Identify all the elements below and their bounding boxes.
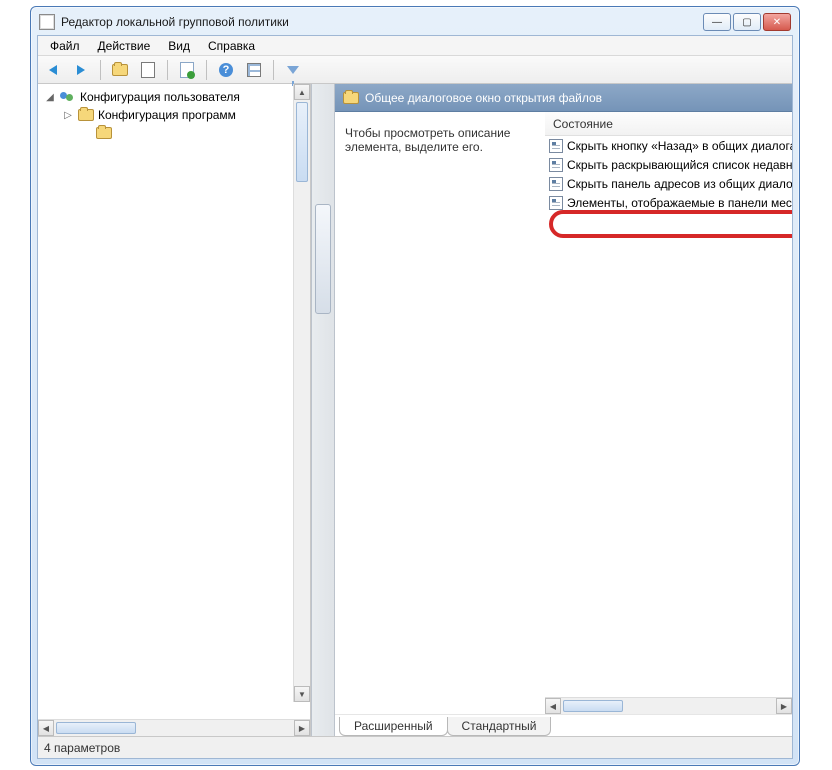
menu-help[interactable]: Справка xyxy=(200,37,263,55)
arrow-right-icon xyxy=(77,65,85,75)
tab-standard[interactable]: Стандартный xyxy=(447,717,552,736)
folder-icon xyxy=(96,127,112,139)
menu-action[interactable]: Действие xyxy=(90,37,159,55)
tree-node-user-config[interactable]: ◢ Конфигурация пользователя xyxy=(40,88,308,106)
toolbar: ? xyxy=(38,56,792,84)
collapse-toggle-icon[interactable]: ◢ xyxy=(44,92,56,103)
description-hint: Чтобы просмотреть описание элемента, выд… xyxy=(345,126,535,154)
minimize-button[interactable]: — xyxy=(703,13,731,31)
details-header-title: Общее диалоговое окно открытия файлов xyxy=(365,91,602,105)
titlebar: Редактор локальной групповой политики — … xyxy=(37,13,793,35)
folder-icon xyxy=(343,92,359,104)
nav-forward-button[interactable] xyxy=(70,59,92,81)
policy-item-places-bar[interactable]: Элементы, отображаемые в панели мест xyxy=(545,193,792,212)
toolbar-separator xyxy=(167,60,168,80)
splitter[interactable] xyxy=(311,84,335,736)
column-header-label: Состояние xyxy=(553,117,613,131)
statusbar-text: 4 параметров xyxy=(44,741,120,755)
policy-item[interactable]: Скрыть кнопку «Назад» в общих диалогах о xyxy=(545,136,792,155)
policy-item[interactable]: Скрыть раскрывающийся список недавно о xyxy=(545,155,792,174)
details-horizontal-scrollbar[interactable]: ◀ ▶ xyxy=(545,697,792,714)
tree-horizontal-scrollbar[interactable]: ◀ ▶ xyxy=(38,719,310,736)
window-controls: — ▢ ✕ xyxy=(703,13,791,31)
view-tabs: Расширенный Стандартный xyxy=(335,714,792,736)
arrow-left-icon xyxy=(49,65,57,75)
filter-button[interactable] xyxy=(282,59,304,81)
scroll-right-button[interactable]: ▶ xyxy=(776,698,792,714)
policy-item-label: Скрыть раскрывающийся список недавно о xyxy=(567,158,792,172)
scroll-left-button[interactable]: ◀ xyxy=(545,698,561,714)
scroll-down-button[interactable]: ▼ xyxy=(294,686,310,702)
toolbar-separator xyxy=(100,60,101,80)
show-tree-button[interactable] xyxy=(137,59,159,81)
policy-setting-icon xyxy=(549,196,563,210)
window-title: Редактор локальной групповой политики xyxy=(61,15,289,29)
toolbar-separator xyxy=(206,60,207,80)
toolbar-separator xyxy=(273,60,274,80)
tree-node-label: Конфигурация пользователя xyxy=(80,90,240,104)
tree-node-empty[interactable] xyxy=(40,124,308,142)
tree-node-label: Конфигурация программ xyxy=(98,108,236,122)
scroll-left-button[interactable]: ◀ xyxy=(38,720,54,736)
nav-back-button[interactable] xyxy=(42,59,64,81)
expand-toggle-icon[interactable]: ▷ xyxy=(62,110,74,121)
column-header-state[interactable]: Состояние xyxy=(545,112,792,136)
tree-icon xyxy=(141,62,155,78)
maximize-button[interactable]: ▢ xyxy=(733,13,761,31)
policy-tree[interactable]: ◢ Конфигурация пользователя ▷ Конфигурац… xyxy=(38,84,310,719)
splitter-grip-icon xyxy=(315,204,331,314)
scroll-right-button[interactable]: ▶ xyxy=(294,720,310,736)
menubar: Файл Действие Вид Справка xyxy=(38,36,792,56)
highlight-annotation xyxy=(549,210,792,238)
policy-setting-icon xyxy=(549,177,563,191)
policy-list: Состояние Скрыть кнопку «Назад» в общих … xyxy=(545,112,792,697)
content-body: ◢ Конфигурация пользователя ▷ Конфигурац… xyxy=(38,84,792,736)
users-icon xyxy=(60,90,76,104)
details-header: Общее диалоговое окно открытия файлов xyxy=(335,84,792,112)
up-folder-button[interactable] xyxy=(109,59,131,81)
policy-setting-icon xyxy=(549,139,563,153)
policy-setting-icon xyxy=(549,158,563,172)
statusbar: 4 параметров xyxy=(38,736,792,758)
policy-item-label: Скрыть кнопку «Назад» в общих диалогах о xyxy=(567,139,792,153)
funnel-icon xyxy=(287,66,299,74)
tree-node-programs-config[interactable]: ▷ Конфигурация программ xyxy=(40,106,308,124)
tab-extended[interactable]: Расширенный xyxy=(339,717,448,736)
app-icon xyxy=(39,14,55,30)
sheet-export-icon xyxy=(180,62,194,78)
description-column: Чтобы просмотреть описание элемента, выд… xyxy=(335,112,545,697)
scrollbar-thumb[interactable] xyxy=(296,102,308,182)
policy-item[interactable]: Скрыть панель адресов из общих диалогов xyxy=(545,174,792,193)
properties-button[interactable] xyxy=(243,59,265,81)
help-button[interactable]: ? xyxy=(215,59,237,81)
scrollbar-thumb[interactable] xyxy=(56,722,136,734)
tree-vertical-scrollbar[interactable]: ▲ ▼ xyxy=(293,84,310,702)
tree-pane: ◢ Конфигурация пользователя ▷ Конфигурац… xyxy=(38,84,311,736)
client-area: Файл Действие Вид Справка ? xyxy=(37,35,793,759)
close-button[interactable]: ✕ xyxy=(763,13,791,31)
scrollbar-thumb[interactable] xyxy=(563,700,623,712)
policy-item-label: Скрыть панель адресов из общих диалогов xyxy=(567,177,792,191)
menu-view[interactable]: Вид xyxy=(160,37,198,55)
app-window: Редактор локальной групповой политики — … xyxy=(30,6,800,766)
policy-item-label: Элементы, отображаемые в панели мест xyxy=(567,196,792,210)
properties-icon xyxy=(247,63,261,77)
help-icon: ? xyxy=(219,63,233,77)
folder-up-icon xyxy=(112,64,128,76)
folder-icon xyxy=(78,109,94,121)
export-button[interactable] xyxy=(176,59,198,81)
menu-file[interactable]: Файл xyxy=(42,37,88,55)
scroll-up-button[interactable]: ▲ xyxy=(294,84,310,100)
details-body: Чтобы просмотреть описание элемента, выд… xyxy=(335,112,792,697)
details-pane: Общее диалоговое окно открытия файлов Чт… xyxy=(335,84,792,736)
